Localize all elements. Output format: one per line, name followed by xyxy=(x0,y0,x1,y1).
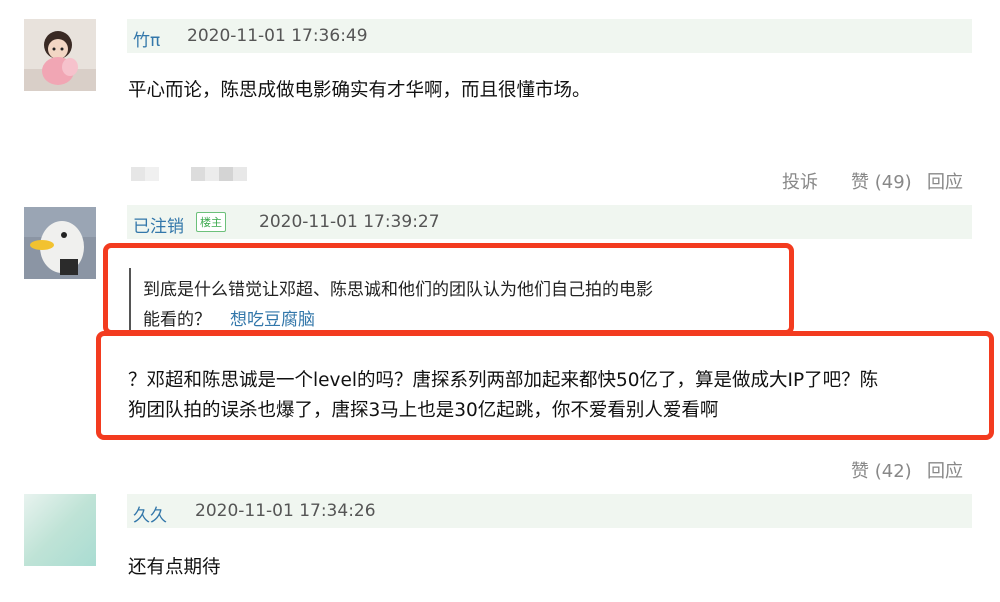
comment-header: 已注销 楼主 2020-11-01 17:39:27 xyxy=(127,205,972,239)
username-link[interactable]: 久久 xyxy=(133,501,167,526)
highlight-box-quote xyxy=(103,243,794,335)
username-link[interactable]: 已注销 xyxy=(133,212,184,237)
comment-text: 平心而论，陈思成做电影确实有才华啊，而且很懂市场。 xyxy=(128,80,591,101)
like-button[interactable]: 赞 (49) xyxy=(851,168,912,194)
comment-header: 久久 2020-11-01 17:34:26 xyxy=(127,494,972,528)
comment-header: 竹π 2020-11-01 17:36:49 xyxy=(127,19,972,53)
avatar[interactable] xyxy=(24,207,96,279)
like-button[interactable]: 赞 (42) xyxy=(851,457,912,483)
avatar-image xyxy=(24,207,96,279)
blurred-content xyxy=(131,167,251,183)
comment-time: 2020-11-01 17:36:49 xyxy=(187,26,368,46)
clipped-top-actions: ··· ··· xyxy=(850,0,970,2)
reply-button[interactable]: 回应 xyxy=(927,168,963,194)
username-link[interactable]: 竹π xyxy=(133,26,160,51)
reply-button[interactable]: 回应 xyxy=(927,457,963,483)
comment-time: 2020-11-01 17:39:27 xyxy=(259,212,440,232)
comment-time: 2020-11-01 17:34:26 xyxy=(195,501,376,521)
comment-text: 还有点期待 xyxy=(128,557,221,578)
avatar[interactable] xyxy=(24,19,96,91)
avatar-image xyxy=(24,19,96,91)
highlight-box-reply xyxy=(96,331,994,440)
report-button[interactable]: 投诉 xyxy=(782,168,818,194)
avatar-image xyxy=(24,494,96,566)
op-badge: 楼主 xyxy=(196,212,226,232)
avatar[interactable] xyxy=(24,494,96,566)
